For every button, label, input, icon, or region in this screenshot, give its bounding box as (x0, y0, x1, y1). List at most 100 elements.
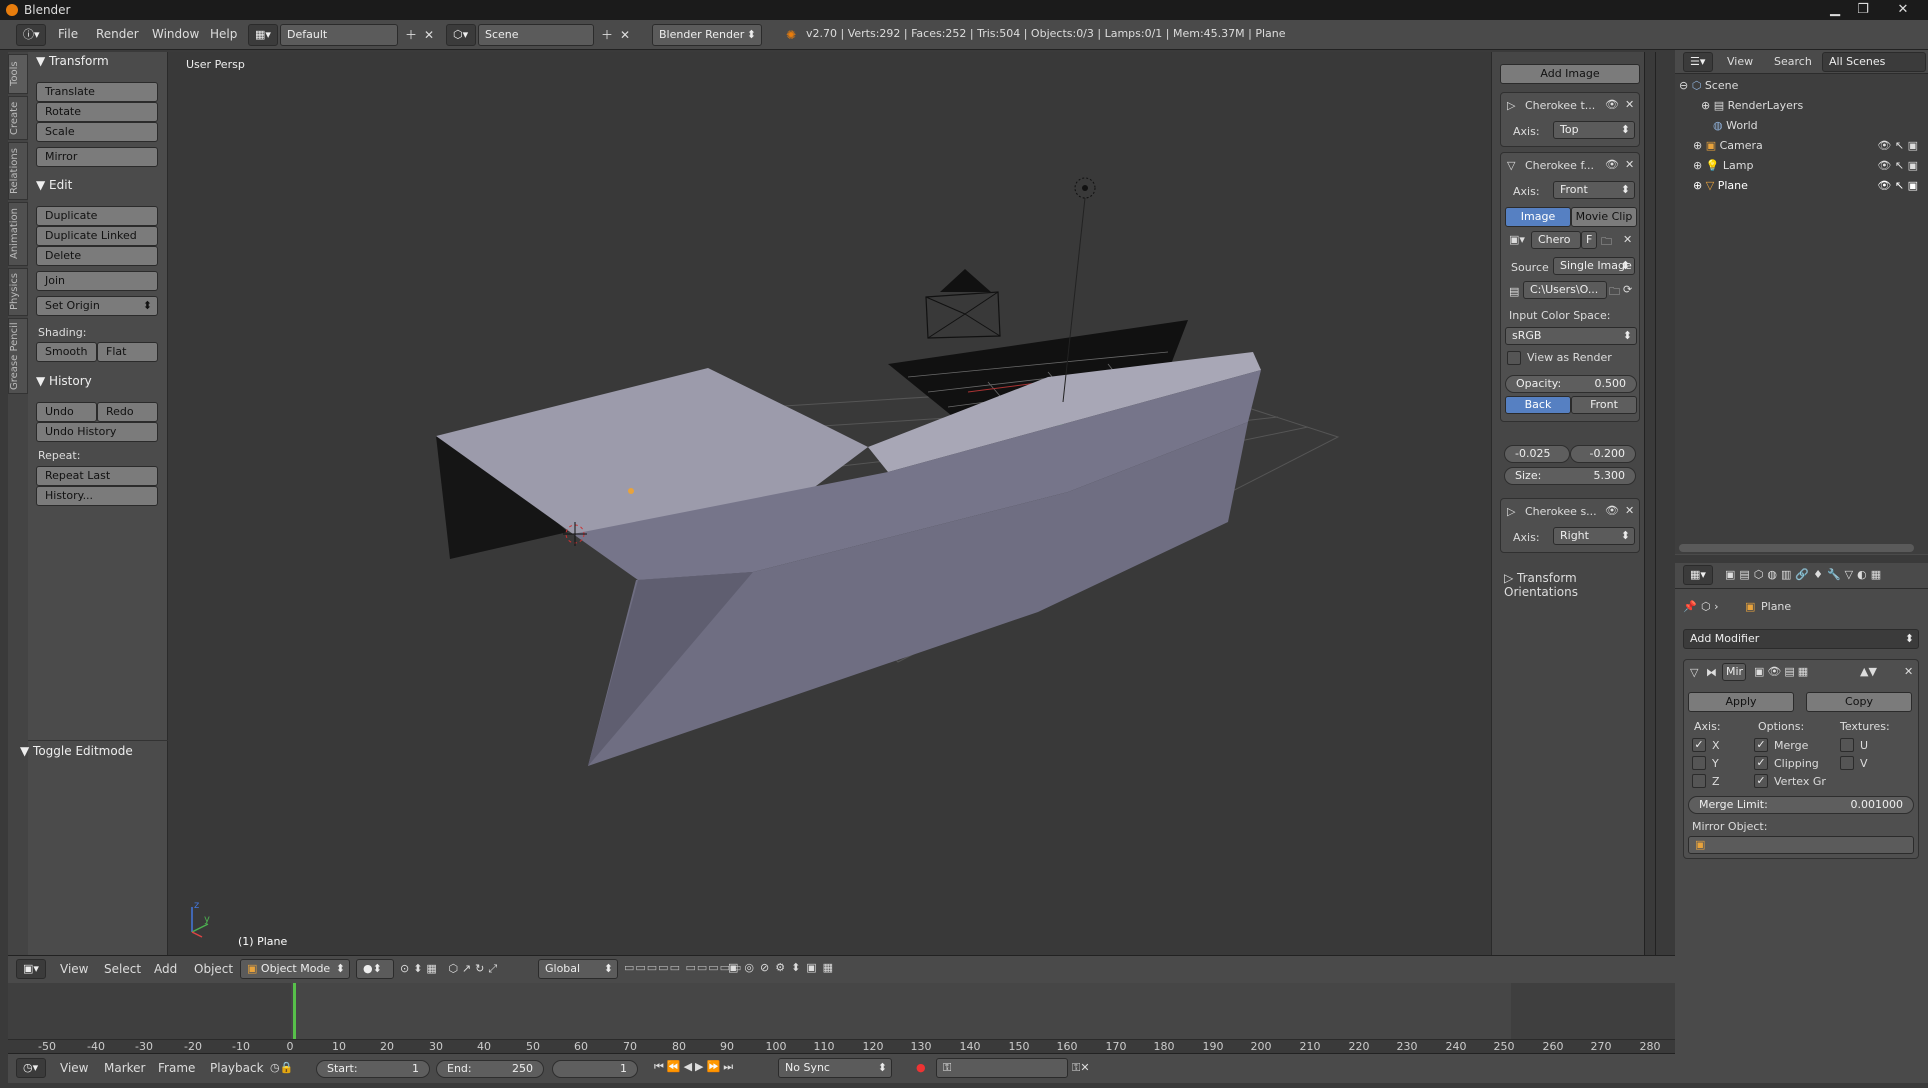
tab-animation[interactable]: Animation (8, 202, 28, 266)
outliner-row-plane[interactable]: ⊕ ▽ Plane 👁 ↖ ▣ (1675, 176, 1928, 196)
delete-screen-icon[interactable]: ✕ (420, 26, 438, 44)
camera-object[interactable] (925, 269, 1001, 339)
expand-arrow-icon[interactable]: ▷ (1507, 505, 1515, 518)
area-divider[interactable] (1644, 52, 1656, 972)
apply-button[interactable]: Apply (1688, 692, 1794, 712)
front-button[interactable]: Front (1571, 396, 1637, 414)
editor-type-button[interactable]: ▦▾ (1683, 565, 1713, 585)
view-menu[interactable]: View (60, 962, 88, 976)
tab-grease-pencil[interactable]: Grease Pencil (8, 318, 28, 394)
copy-button[interactable]: Copy (1806, 692, 1912, 712)
join-button[interactable]: Join (36, 271, 158, 291)
add-scene-icon[interactable]: ＋ (598, 26, 616, 44)
texture-u-checkbox[interactable] (1840, 738, 1854, 752)
outliner-row-lamp[interactable]: ⊕ 💡 Lamp 👁 ↖ ▣ (1675, 156, 1928, 176)
viewport-shading-select[interactable]: ●⬍ (356, 959, 394, 979)
modifier-name-field[interactable]: Mir (1722, 663, 1746, 681)
context-tab-icons[interactable]: ▣▤⬡◍▥🔗♦🔧▽◐▦ (1725, 568, 1885, 581)
add-modifier-select[interactable]: Add Modifier ⬍ (1683, 629, 1919, 649)
keying-set-field[interactable]: ⚿ (936, 1058, 1068, 1078)
unlink-icon[interactable]: ✕ (1623, 233, 1632, 246)
mode-select[interactable]: ▣ Object Mode ⬍ (240, 959, 350, 979)
offset-x-field[interactable]: -0.025 (1504, 445, 1570, 463)
clipping-checkbox[interactable]: ✓ (1754, 756, 1768, 770)
close-icon[interactable]: ✕ (1890, 0, 1916, 20)
repeat-last-button[interactable]: Repeat Last (36, 466, 158, 486)
modifier-display-icons[interactable]: ▣👁▤▦ (1754, 665, 1811, 678)
current-frame-marker[interactable] (293, 983, 296, 1039)
outliner-view-menu[interactable]: View (1727, 55, 1753, 68)
open-folder-icon[interactable]: 🗀 (1601, 233, 1612, 252)
vertex-group-checkbox[interactable]: ✓ (1754, 774, 1768, 788)
visibility-icons[interactable]: 👁 ↖ ▣ (1877, 136, 1918, 156)
menu-help[interactable]: Help (210, 27, 237, 41)
snap-and-render-icons[interactable]: ▣◎⊘⚙⬍▣▦ (728, 961, 839, 974)
visibility-icons[interactable]: 👁 ↖ ▣ (1877, 156, 1918, 176)
tab-tools[interactable]: Tools (8, 54, 28, 94)
outliner-search-menu[interactable]: Search (1774, 55, 1812, 68)
scene-field[interactable]: Scene (478, 24, 594, 46)
edit-panel-header[interactable]: ▼ Edit (36, 178, 72, 192)
eye-icon[interactable]: 👁 (1605, 98, 1619, 111)
image-name-field[interactable]: Chero (1531, 231, 1581, 249)
remove-icon[interactable]: ✕ (1625, 158, 1634, 171)
editor-type-button[interactable]: ☰▾ (1683, 52, 1713, 72)
playback-controls[interactable]: ⏮⏪◀▶⏩⏭ (654, 1060, 736, 1074)
screen-layout-icon[interactable]: ▦▾ (248, 24, 278, 46)
offset-y-field[interactable]: -0.200 (1570, 445, 1636, 463)
collapse-arrow-icon[interactable]: ▽ (1690, 666, 1698, 679)
layer-buttons[interactable]: ▭▭▭▭▭ ▭▭▭▭▭ (624, 961, 742, 974)
playback-menu[interactable]: Playback (210, 1061, 264, 1075)
3d-viewport[interactable]: User Persp y z (1) Plane (168, 52, 1491, 955)
axis-z-checkbox[interactable] (1692, 774, 1706, 788)
transform-orientation-select[interactable]: Global ⬍ (538, 959, 618, 979)
object-menu[interactable]: Object (194, 962, 233, 976)
tab-movie-clip[interactable]: Movie Clip (1571, 207, 1637, 227)
axis-x-checkbox[interactable]: ✓ (1692, 738, 1706, 752)
merge-limit-field[interactable]: Merge Limit: 0.001000 (1688, 796, 1914, 814)
delete-button[interactable]: Delete (36, 246, 158, 266)
select-menu[interactable]: Select (104, 962, 141, 976)
axis-select[interactable]: Top ⬍ (1553, 121, 1635, 139)
merge-checkbox[interactable]: ✓ (1754, 738, 1768, 752)
outliner-row-camera[interactable]: ⊕ ▣ Camera 👁 ↖ ▣ (1675, 136, 1928, 156)
opacity-field[interactable]: Opacity: 0.500 (1505, 375, 1637, 393)
editor-type-button[interactable]: ⓘ▾ (16, 24, 46, 46)
frame-menu[interactable]: Frame (158, 1061, 195, 1075)
mirror-object-field[interactable]: ▣ (1688, 836, 1914, 854)
outliner-filter-select[interactable]: All Scenes (1822, 52, 1926, 72)
tab-create[interactable]: Create (8, 96, 28, 140)
axis-select[interactable]: Right ⬍ (1553, 527, 1635, 545)
preview-range-icon[interactable]: ◷🔒 (270, 1061, 293, 1074)
tab-physics[interactable]: Physics (8, 268, 28, 316)
add-screen-icon[interactable]: ＋ (402, 26, 420, 44)
restore-icon[interactable]: ❐ (1850, 0, 1876, 20)
start-frame-field[interactable]: Start: 1 (316, 1060, 430, 1078)
color-space-select[interactable]: sRGB ⬍ (1505, 327, 1637, 345)
editor-type-button[interactable]: ▣▾ (16, 959, 46, 979)
view-as-render-checkbox[interactable] (1507, 351, 1521, 365)
outliner-row-renderlayers[interactable]: ⊕ ▤ RenderLayers (1675, 96, 1928, 116)
transform-panel-header[interactable]: ▼ Transform (36, 54, 109, 68)
expand-arrow-icon[interactable]: ▷ (1507, 99, 1515, 112)
toggle-editmode-panel[interactable]: ▼ Toggle Editmode (20, 744, 133, 758)
history-button[interactable]: History... (36, 486, 158, 506)
duplicate-button[interactable]: Duplicate (36, 206, 158, 226)
remove-icon[interactable]: ✕ (1625, 504, 1634, 517)
render-engine-select[interactable]: Blender Render ⬍ (652, 24, 762, 46)
remove-modifier-icon[interactable]: ✕ (1904, 665, 1913, 678)
move-up-down-icon[interactable]: ▲▼ (1860, 665, 1877, 678)
fake-user-button[interactable]: F (1581, 231, 1597, 249)
translate-button[interactable]: Translate (36, 82, 158, 102)
menu-window[interactable]: Window (152, 27, 199, 41)
scene-canvas[interactable]: y z (168, 52, 1491, 955)
end-frame-field[interactable]: End: 250 (436, 1060, 544, 1078)
history-panel-header[interactable]: ▼ History (36, 374, 92, 388)
scale-button[interactable]: Scale (36, 122, 158, 142)
outliner-row-scene[interactable]: ⊖ ⬡ Scene (1675, 76, 1928, 96)
minimize-icon[interactable]: ▁ (1822, 0, 1848, 20)
add-menu[interactable]: Add (154, 962, 177, 976)
pivot-and-manipulator-icons[interactable]: ⊙⬍▦ ⬡↗↻⤢ (400, 962, 501, 976)
sync-mode-select[interactable]: No Sync ⬍ (778, 1058, 892, 1078)
pin-icon[interactable]: 📌 (1683, 600, 1697, 613)
